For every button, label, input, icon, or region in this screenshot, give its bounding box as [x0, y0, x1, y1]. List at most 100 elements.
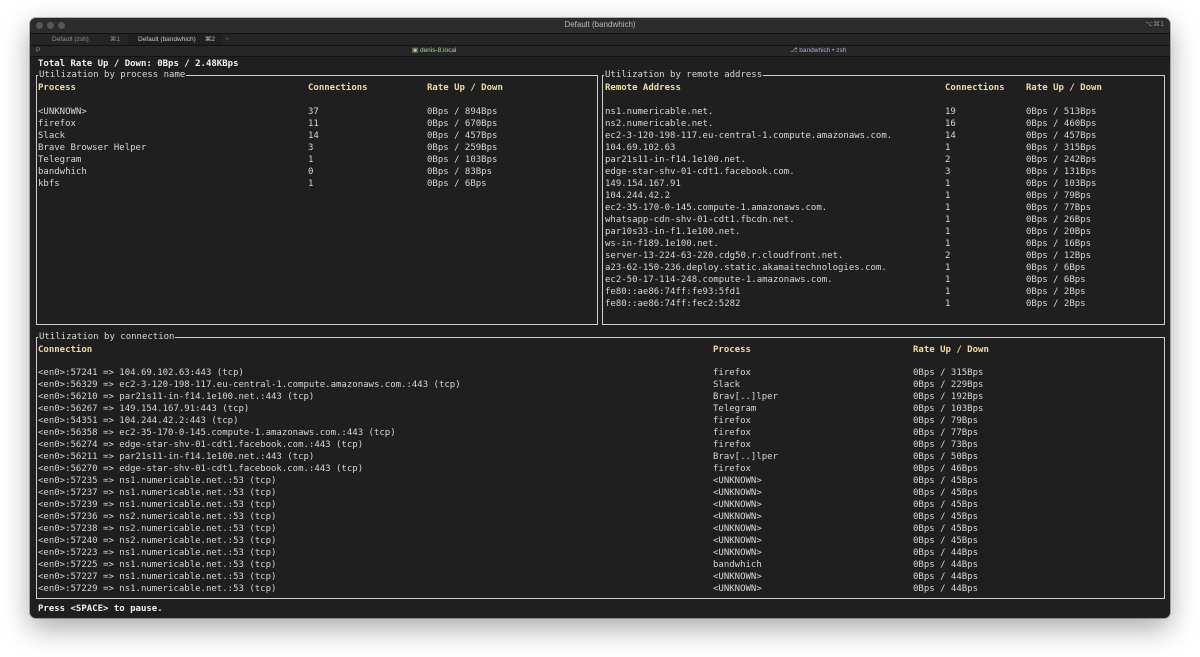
remote-header-address: Remote Address: [605, 83, 681, 93]
table-cell: 1: [945, 239, 951, 249]
table-cell: server-13-224-63-220.cdg50.r.cloudfront.…: [605, 251, 844, 261]
table-row: 104.69.102.63 1 0Bps / 315Bps: [603, 142, 1164, 154]
table-row: <en0>:56358 => ec2-35-170-0-145.compute-…: [37, 427, 1164, 439]
table-cell: <en0>:57238 => ns2.numericable.net.:53 (…: [38, 524, 277, 534]
table-cell: 0Bps / 457Bps: [1026, 131, 1097, 141]
process-header-connections: Connections: [308, 83, 368, 93]
table-cell: firefox: [713, 464, 751, 474]
git-branch-icon: ⎇: [790, 47, 800, 54]
table-row: 104.244.42.2 1 0Bps / 79Bps: [603, 190, 1164, 202]
table-cell: <en0>:57236 => ns2.numericable.net.:53 (…: [38, 512, 277, 522]
table-row: <en0>:56267 => 149.154.167.91:443 (tcp) T…: [37, 403, 1164, 415]
table-cell: 11: [308, 119, 319, 129]
table-cell: kbfs: [38, 179, 60, 189]
table-cell: a23-62-150-236.deploy.static.akamaitechn…: [605, 263, 887, 273]
table-cell: 19: [945, 107, 956, 117]
table-cell: <en0>:57229 => ns1.numericable.net.:53 (…: [38, 584, 277, 594]
table-cell: 1: [945, 275, 951, 285]
table-cell: 104.69.102.63: [605, 143, 676, 153]
table-cell: 1: [945, 263, 951, 273]
table-row: ws-in-f189.1e100.net. 1 0Bps / 16Bps: [603, 238, 1164, 250]
table-cell: edge-star-shv-01-cdt1.facebook.com.: [605, 167, 795, 177]
table-cell: 0Bps / 26Bps: [1026, 215, 1092, 225]
table-cell: 0Bps / 44Bps: [913, 584, 979, 594]
table-cell: 0Bps / 229Bps: [913, 380, 984, 390]
table-cell: 149.154.167.91: [605, 179, 681, 189]
table-cell: 0Bps / 79Bps: [913, 416, 979, 426]
table-row: Brave Browser Helper 3 0Bps / 259Bps: [37, 142, 597, 154]
table-cell: 37: [308, 107, 319, 117]
table-row: <en0>:57227 => ns1.numericable.net.:53 (…: [37, 571, 1164, 583]
table-row: ec2-50-17-114-248.compute-1.amazonaws.co…: [603, 274, 1164, 286]
tab-bar: Default (zsh) ⌘1 Default (bandwhich) ⌘2 …: [30, 34, 1170, 46]
table-cell: ns2.numericable.net.: [605, 119, 714, 129]
table-cell: 16: [945, 119, 956, 129]
remote-panel-title: Utilization by remote address: [604, 69, 764, 81]
terminal-content[interactable]: Total Rate Up / Down: 0Bps / 2.48KBps Ut…: [30, 58, 1170, 618]
table-cell: 1: [945, 143, 951, 153]
table-row: <en0>:57229 => ns1.numericable.net.:53 (…: [37, 583, 1164, 595]
table-row: <en0>:57236 => ns2.numericable.net.:53 (…: [37, 511, 1164, 523]
table-cell: 0Bps / 45Bps: [913, 476, 979, 486]
table-cell: 3: [308, 143, 314, 153]
new-tab-button[interactable]: +: [225, 34, 229, 45]
table-cell: 0Bps / 513Bps: [1026, 107, 1097, 117]
table-cell: <en0>:56329 => ec2-3-120-198-117.eu-cent…: [38, 380, 461, 390]
table-cell: 0Bps / 315Bps: [913, 368, 984, 378]
table-row: par10s33-in-f1.1e100.net. 1 0Bps / 20Bps: [603, 226, 1164, 238]
table-cell: firefox: [38, 119, 76, 129]
table-cell: 0Bps / 315Bps: [1026, 143, 1097, 153]
table-row: <en0>:56270 => edge-star-shv-01-cdt1.fac…: [37, 463, 1164, 475]
table-cell: <UNKNOWN>: [713, 500, 762, 510]
table-cell: 1: [945, 227, 951, 237]
table-cell: Slack: [713, 380, 741, 390]
table-cell: 0Bps / 45Bps: [913, 536, 979, 546]
table-row: Slack 14 0Bps / 457Bps: [37, 130, 597, 142]
table-cell: <en0>:54351 => 104.244.42.2:443 (tcp): [38, 416, 239, 426]
tab-default-zsh[interactable]: Default (zsh) ⌘1: [30, 34, 128, 45]
table-row: fe80::ae86:74ff:fec2:5282 1 0Bps / 2Bps: [603, 298, 1164, 310]
job-label: ⎇ bandwhich • zsh: [790, 46, 846, 56]
table-cell: ec2-3-120-198-117.eu-central-1.compute.a…: [605, 131, 893, 141]
table-cell: <UNKNOWN>: [713, 488, 762, 498]
table-cell: 0Bps / 83Bps: [427, 167, 493, 177]
table-row: <en0>:57237 => ns1.numericable.net.:53 (…: [37, 487, 1164, 499]
connection-header-rate: Rate Up / Down: [913, 345, 989, 355]
window-shortcut: ⌥⌘1: [1145, 21, 1164, 28]
table-cell: 0Bps / 44Bps: [913, 560, 979, 570]
table-cell: 0Bps / 6Bps: [427, 179, 487, 189]
table-row: bandwhich 0 0Bps / 83Bps: [37, 166, 597, 178]
table-cell: par10s33-in-f1.1e100.net.: [605, 227, 741, 237]
table-cell: 0Bps / 44Bps: [913, 572, 979, 582]
table-row: fe80::ae86:74ff:fe93:5fd1 1 0Bps / 2Bps: [603, 286, 1164, 298]
table-cell: <UNKNOWN>: [38, 107, 87, 117]
table-cell: ec2-35-170-0-145.compute-1.amazonaws.com…: [605, 203, 828, 213]
table-cell: <UNKNOWN>: [713, 512, 762, 522]
table-cell: 0Bps / 131Bps: [1026, 167, 1097, 177]
table-cell: 0Bps / 670Bps: [427, 119, 498, 129]
monitor-icon: ▣: [412, 47, 420, 54]
process-header-rate: Rate Up / Down: [427, 83, 503, 93]
remote-header-connections: Connections: [945, 83, 1005, 93]
table-cell: Brav[..]lper: [713, 392, 779, 402]
table-cell: Slack: [38, 131, 66, 141]
table-cell: 0Bps / 192Bps: [913, 392, 984, 402]
table-row: Telegram 1 0Bps / 103Bps: [37, 154, 597, 166]
table-cell: 0Bps / 259Bps: [427, 143, 498, 153]
table-cell: <en0>:56274 => edge-star-shv-01-cdt1.fac…: [38, 440, 364, 450]
table-row: <en0>:56211 => par21s11-in-f14.1e100.net…: [37, 451, 1164, 463]
tab-default-bandwhich[interactable]: Default (bandwhich) ⌘2: [128, 34, 223, 45]
table-cell: 0Bps / 103Bps: [1026, 179, 1097, 189]
table-row: whatsapp-cdn-shv-01-cdt1.fbcdn.net. 1 0Bps…: [603, 214, 1164, 226]
table-row: <en0>:57239 => ns1.numericable.net.:53 (…: [37, 499, 1164, 511]
table-cell: Brav[..]lper: [713, 452, 779, 462]
job-name: bandwhich • zsh: [799, 47, 847, 54]
table-cell: ns1.numericable.net.: [605, 107, 714, 117]
table-row: firefox 11 0Bps / 670Bps: [37, 118, 597, 130]
table-row: <en0>:56210 => par21s11-in-f14.1e100.net…: [37, 391, 1164, 403]
table-cell: <en0>:57227 => ns1.numericable.net.:53 (…: [38, 572, 277, 582]
table-cell: 0Bps / 2Bps: [1026, 287, 1086, 297]
table-cell: 0Bps / 2Bps: [1026, 299, 1086, 309]
remote-header-rate: Rate Up / Down: [1026, 83, 1102, 93]
table-cell: 0Bps / 12Bps: [1026, 251, 1092, 261]
